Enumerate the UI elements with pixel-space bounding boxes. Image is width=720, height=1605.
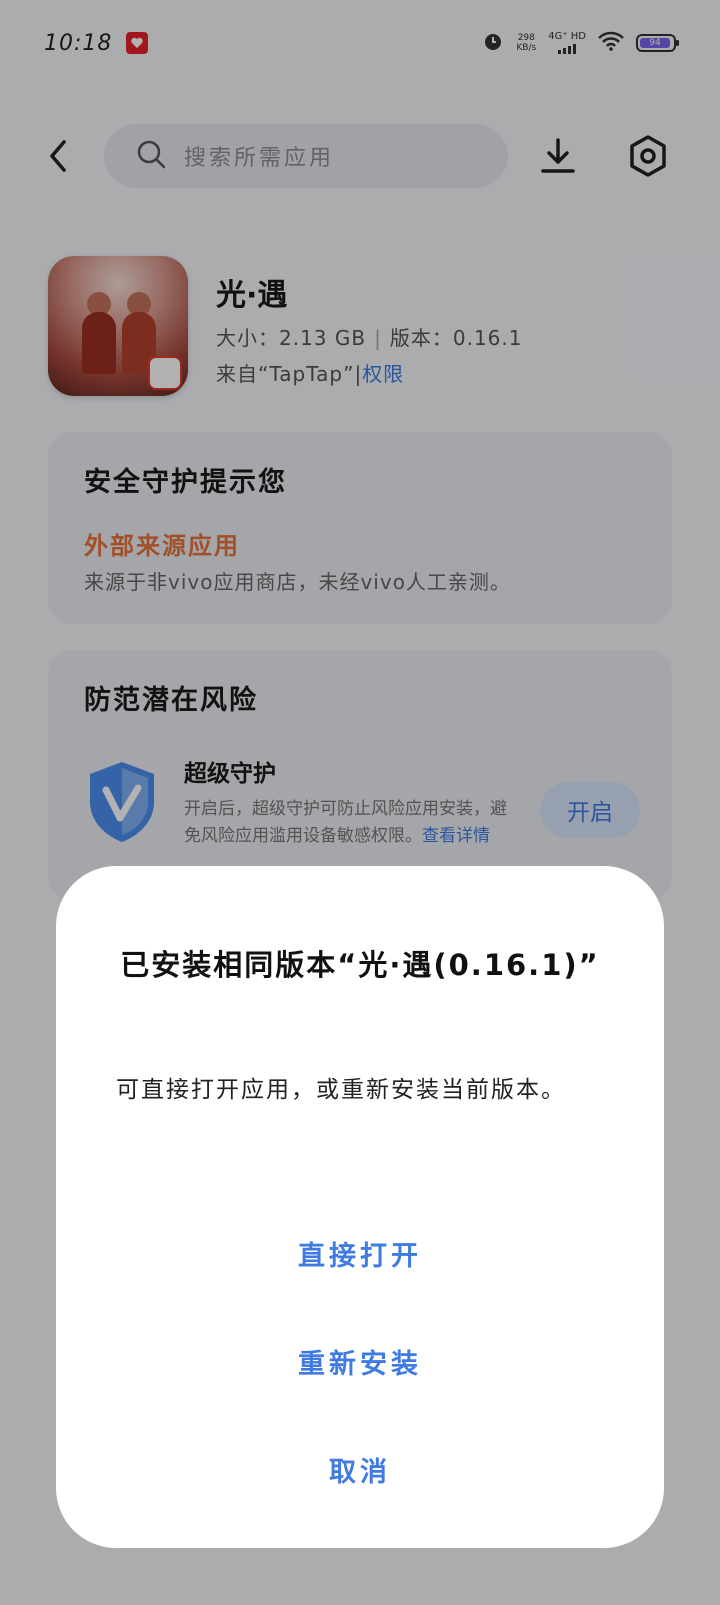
reinstall-button[interactable]: 重新安装 [56,1326,664,1396]
dialog-title: 已安装相同版本“光·遇(0.16.1)” [120,948,600,982]
already-installed-dialog: 已安装相同版本“光·遇(0.16.1)” 可直接打开应用，或重新安装当前版本。 … [56,866,664,1548]
open-directly-button[interactable]: 直接打开 [56,1218,664,1288]
cancel-button[interactable]: 取消 [56,1434,664,1504]
dialog-message: 可直接打开应用，或重新安装当前版本。 [116,1077,566,1103]
